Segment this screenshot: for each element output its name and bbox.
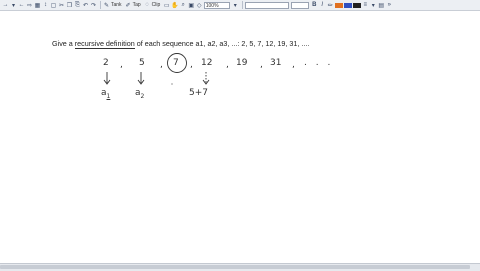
scrollbar-thumb[interactable] [0, 265, 470, 269]
a1-label: a1 [101, 88, 110, 100]
pencil-icon[interactable]: ✐ [125, 1, 132, 9]
toolbar-separator [100, 1, 101, 9]
tap-button[interactable]: Tap [133, 2, 141, 8]
pen-color-swatch[interactable] [352, 2, 361, 8]
a2-subscript: 2 [140, 92, 145, 100]
pen-icon[interactable]: ✎ [103, 1, 110, 9]
lasso-icon[interactable]: ◌ [144, 1, 151, 9]
eraser-icon[interactable]: ▭ [163, 1, 170, 9]
highlighter-icon[interactable]: ✏ [327, 1, 334, 9]
fill-icon[interactable]: ▤ [378, 1, 385, 9]
clip-button[interactable]: Clip [152, 2, 161, 8]
dropdown-icon[interactable]: ▾ [232, 1, 239, 9]
back-icon[interactable]: ← [18, 1, 25, 9]
paste-icon[interactable]: ⎘ [74, 1, 81, 9]
arrow-1 [103, 72, 111, 85]
shape-icon[interactable]: ◇ [196, 1, 203, 9]
bold-button[interactable]: B [311, 1, 318, 9]
pen-color-swatch[interactable] [334, 2, 343, 8]
page-canvas[interactable]: Give a recursive definition of each sequ… [0, 11, 480, 263]
undo-icon[interactable]: ↶ [82, 1, 89, 9]
font-select[interactable] [244, 1, 289, 9]
hand-icon[interactable]: ✋ [171, 1, 178, 9]
redo-icon[interactable]: ↷ [90, 1, 97, 9]
a2-label: a2 [135, 88, 144, 100]
ink-layer [103, 53, 210, 85]
image-icon[interactable]: ▣ [188, 1, 195, 9]
ink-dot [171, 83, 173, 85]
line-style-icon[interactable]: ≡ [362, 1, 369, 9]
arrow-2 [137, 72, 145, 85]
zoom-select[interactable]: 100% [203, 1, 230, 9]
tank-button[interactable]: Tank [111, 2, 122, 8]
dropdown-icon[interactable]: ▾ [370, 1, 377, 9]
zoom-icon[interactable]: ⌕ [180, 1, 187, 9]
layout-icon[interactable]: ▦ [34, 1, 41, 9]
circle-mark [167, 53, 187, 73]
cut-icon[interactable]: ✂ [58, 1, 65, 9]
italic-button[interactable]: I [319, 1, 326, 9]
toolbar: → ▾ ← ⇨ ▦ ↕ ▢ ✂ ❐ ⎘ ↶ ↷ ✎ Tank ✐ Tap ◌ Clip ▭ ✋ ⌕ ▣… [0, 0, 480, 11]
dropdown-icon[interactable]: ▾ [10, 1, 17, 9]
toolbar-separator [241, 1, 243, 9]
page-icon[interactable]: ▢ [50, 1, 57, 9]
copy-icon[interactable]: ❐ [66, 1, 73, 9]
sum-expression: 5+7 [189, 88, 208, 98]
insert-space-icon[interactable]: ↕ [42, 1, 49, 9]
more-icon[interactable]: » [386, 1, 393, 9]
select-icon[interactable]: → [2, 1, 9, 9]
forward-icon[interactable]: ⇨ [26, 1, 33, 9]
font-size-select[interactable] [290, 1, 309, 9]
a1-subscript: 1 [106, 92, 111, 100]
pen-color-swatch[interactable] [343, 2, 352, 8]
